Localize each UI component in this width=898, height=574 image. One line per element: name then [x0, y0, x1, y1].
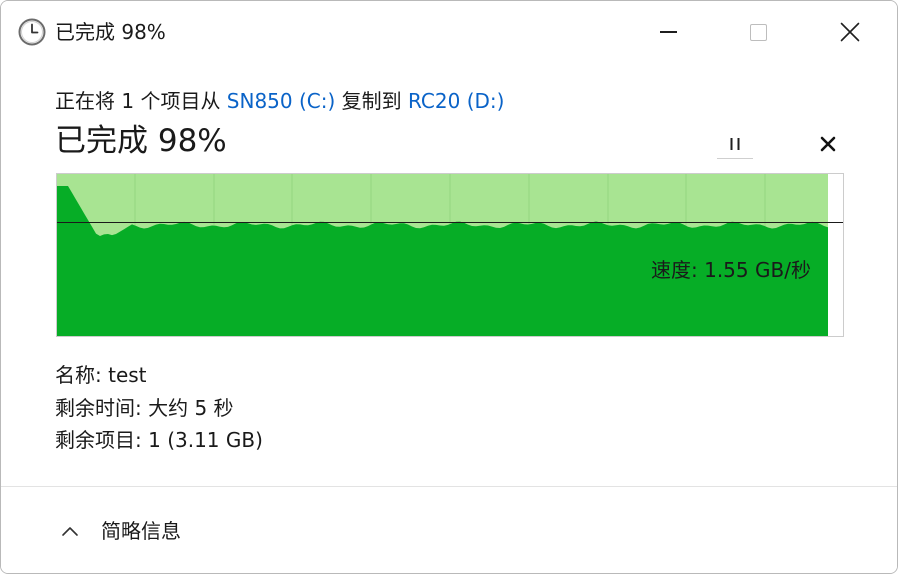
time-remaining-label: 剩余时间: [55, 396, 149, 420]
time-remaining-row: 剩余时间: 大约 5 秒 [55, 393, 234, 423]
minimize-icon [659, 31, 677, 33]
less-info-toggle[interactable]: 简略信息 [61, 514, 181, 548]
copy-description: 正在将 1 个项目从 SN850 (C:) 复制到 RC20 (D:) [55, 86, 504, 116]
close-icon [840, 22, 860, 42]
minimize-button[interactable] [638, 1, 698, 63]
pause-icon [730, 137, 740, 150]
file-name-row: 名称: test [55, 360, 147, 390]
maximize-icon [749, 23, 767, 41]
window-title: 已完成 98% [55, 20, 166, 44]
pause-button[interactable] [717, 129, 753, 159]
clock-icon [18, 18, 46, 46]
file-name-label: 名称: [55, 363, 109, 387]
copy-progress-window: 已完成 98% 正在将 1 个项目从 SN850 (C:) 复制到 RC20 (… [0, 0, 898, 574]
copy-middle-text: 复制到 [335, 89, 409, 113]
transfer-speed-graph [56, 173, 844, 337]
source-drive-link[interactable]: SN850 (C:) [227, 89, 336, 113]
cancel-x-icon [820, 136, 836, 152]
cancel-button[interactable] [810, 129, 846, 159]
chevron-up-icon [62, 527, 78, 536]
progress-status-title: 已完成 98% [55, 123, 227, 159]
copy-prefix-text: 正在将 1 个项目从 [55, 89, 227, 113]
time-remaining-value: 大约 5 秒 [148, 396, 234, 420]
destination-drive-link[interactable]: RC20 (D:) [408, 89, 504, 113]
less-info-label: 简略信息 [101, 519, 181, 543]
items-remaining-label: 剩余项目: [55, 428, 149, 452]
maximize-button[interactable] [728, 1, 788, 63]
items-remaining-value: 1 (3.11 GB) [148, 428, 263, 452]
file-name-value: test [108, 363, 147, 387]
footer-bar: 简略信息 [1, 487, 897, 573]
close-button[interactable] [820, 1, 880, 63]
title-bar[interactable]: 已完成 98% [1, 1, 897, 63]
current-speed-label: 速度: 1.55 GB/秒 [651, 258, 811, 282]
items-remaining-row: 剩余项目: 1 (3.11 GB) [55, 425, 263, 455]
